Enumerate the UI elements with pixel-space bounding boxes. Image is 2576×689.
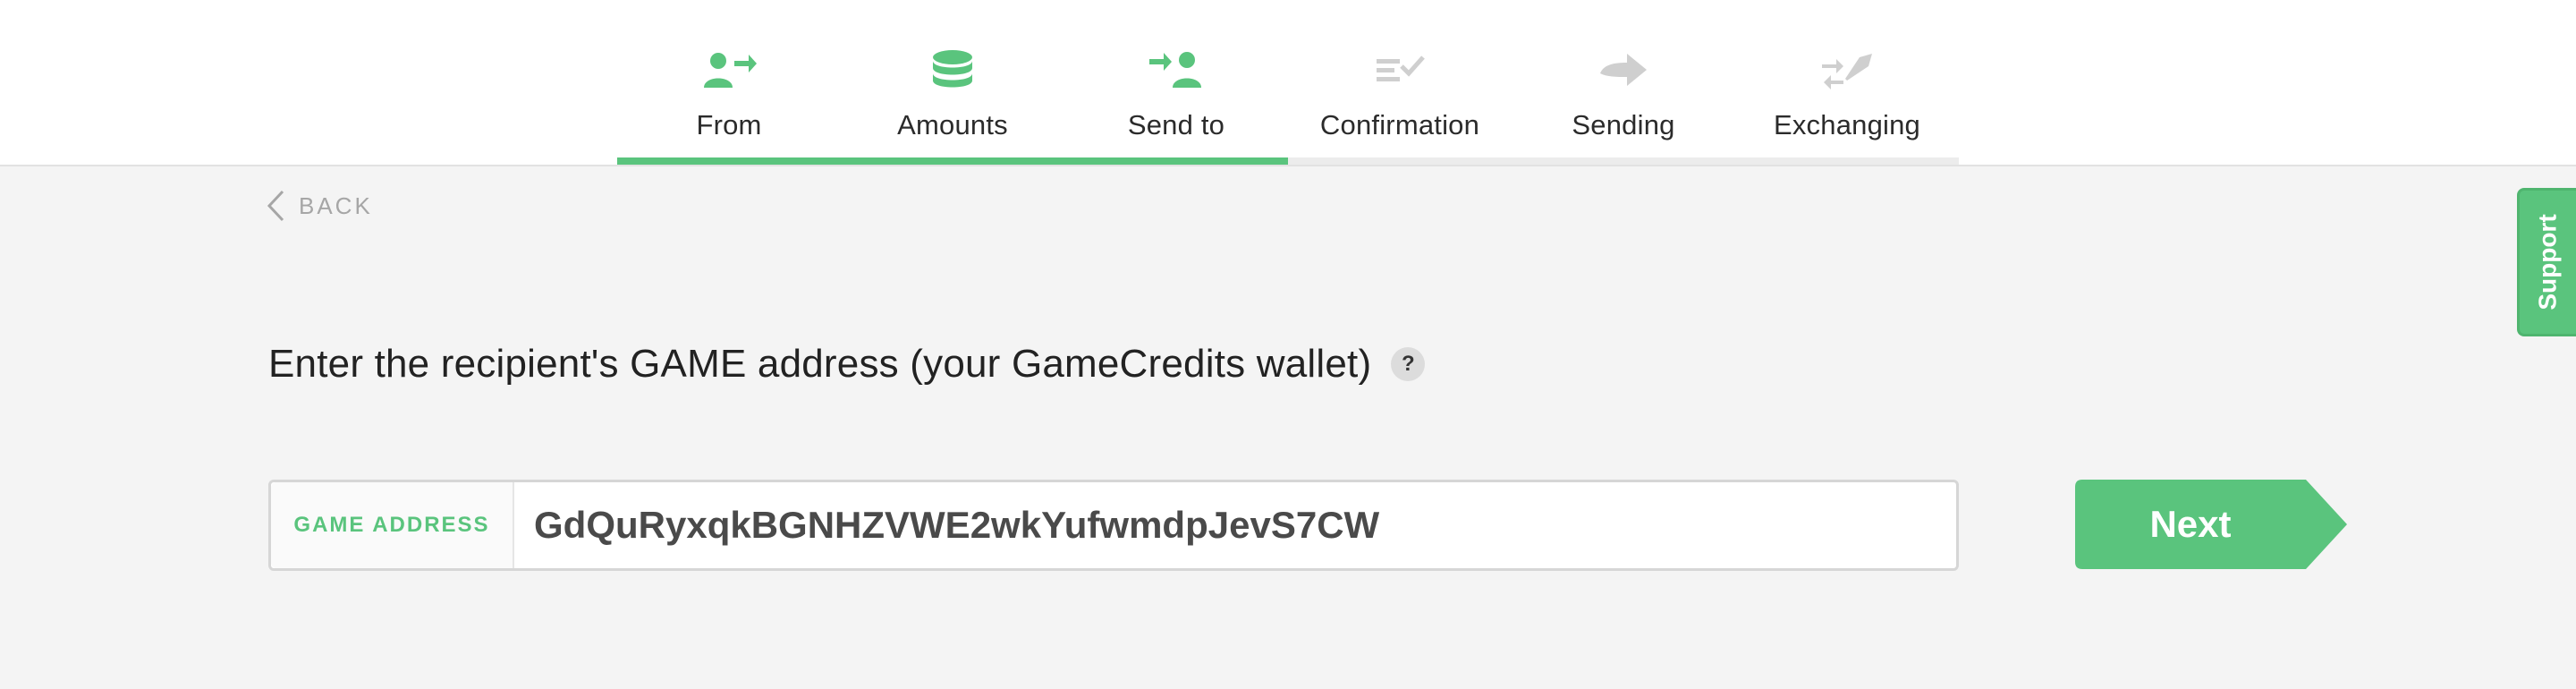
- step-from[interactable]: From: [617, 0, 841, 166]
- user-arrow-icon: [700, 48, 758, 93]
- step-label: Confirmation: [1319, 109, 1480, 140]
- help-icon[interactable]: ?: [1391, 347, 1426, 381]
- chevron-left-icon: [267, 190, 284, 222]
- next-button[interactable]: Next: [2075, 480, 2347, 569]
- back-label: BACK: [299, 191, 373, 219]
- step-label: Send to: [1127, 109, 1225, 140]
- back-button[interactable]: BACK: [265, 188, 373, 224]
- step-confirmation[interactable]: Confirmation: [1288, 0, 1512, 166]
- wizard-header: From Amounts Send to Confirmation Sendin…: [0, 0, 2576, 166]
- next-label: Next: [2149, 503, 2232, 545]
- coins-stack-icon: [924, 48, 981, 93]
- progress-track: [617, 157, 1959, 165]
- step-exchanging[interactable]: Exchanging: [1735, 0, 1959, 166]
- step-label: Exchanging: [1773, 109, 1920, 140]
- step-send-to[interactable]: Send to: [1064, 0, 1288, 166]
- address-label: GAME ADDRESS: [271, 482, 514, 568]
- support-label: Support: [2533, 214, 2562, 310]
- send-to-user-icon: [1148, 48, 1205, 93]
- step-nav: From Amounts Send to Confirmation Sendin…: [617, 0, 1959, 166]
- address-field: GAME ADDRESS: [268, 480, 1959, 571]
- step-label: From: [696, 109, 762, 140]
- step-label: Sending: [1572, 109, 1675, 140]
- step-amounts[interactable]: Amounts: [841, 0, 1064, 166]
- checklist-icon: [1371, 48, 1428, 93]
- prompt-text: Enter the recipient's GAME address (your…: [268, 342, 1372, 386]
- step-label: Amounts: [897, 109, 1008, 140]
- arrow-right-icon: [1595, 48, 1652, 93]
- address-input[interactable]: [514, 482, 1956, 568]
- rocket-exchange-icon: [1818, 48, 1876, 93]
- recipient-prompt: Enter the recipient's GAME address (your…: [268, 342, 1426, 387]
- step-sending[interactable]: Sending: [1512, 0, 1735, 166]
- support-tab[interactable]: Support: [2517, 188, 2576, 336]
- progress-fill: [617, 157, 1288, 165]
